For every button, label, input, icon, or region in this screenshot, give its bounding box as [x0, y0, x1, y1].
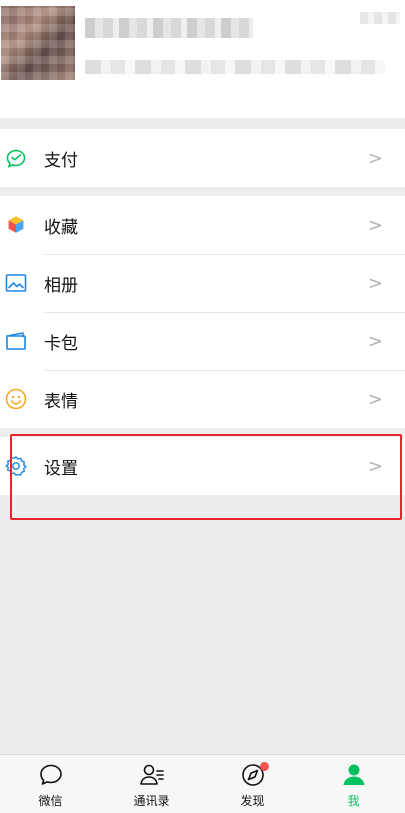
chevron-right-icon: >	[367, 147, 383, 169]
menu-label-pay: 支付	[44, 150, 78, 171]
blurred-nickname	[85, 18, 253, 38]
pay-icon	[4, 146, 28, 170]
tab-chats[interactable]: 微信	[0, 755, 101, 813]
menu-item-favorites[interactable]: 收藏 >	[0, 196, 405, 254]
tab-label: 我	[347, 794, 360, 808]
chevron-right-icon: >	[367, 214, 383, 236]
menu-label-stickers: 表情	[44, 391, 78, 412]
notification-dot	[260, 762, 269, 771]
tab-contacts[interactable]: 通讯录	[101, 755, 202, 813]
blurred-wechat-id	[85, 60, 385, 74]
highlight-box	[10, 434, 402, 520]
blurred-status	[360, 12, 400, 24]
contacts-icon	[138, 761, 166, 789]
chat-bubble-icon	[37, 761, 65, 789]
menu-label-cards: 卡包	[44, 333, 78, 354]
tab-label: 发现	[240, 794, 265, 808]
tab-label: 通讯录	[133, 794, 170, 808]
menu-item-pay[interactable]: 支付 >	[0, 129, 405, 187]
features-section: 收藏 > 相册 > 卡包 > 表情 >	[0, 196, 405, 428]
album-image-icon	[4, 271, 28, 295]
smiley-face-icon	[4, 387, 28, 411]
tab-discover[interactable]: 发现	[202, 755, 303, 813]
menu-item-cards[interactable]: 卡包 >	[0, 312, 405, 370]
chevron-right-icon: >	[367, 330, 383, 352]
card-wallet-icon	[4, 329, 28, 353]
menu-item-stickers[interactable]: 表情 >	[0, 370, 405, 428]
chevron-right-icon: >	[367, 272, 383, 294]
tab-me[interactable]: 我	[303, 755, 404, 813]
menu-item-album[interactable]: 相册 >	[0, 254, 405, 312]
tab-label: 微信	[38, 794, 63, 808]
bottom-tab-bar: 微信 通讯录 发现 我	[0, 754, 405, 813]
chevron-right-icon: >	[367, 388, 383, 410]
profile-header[interactable]	[0, 0, 405, 118]
favorites-cube-icon	[4, 213, 28, 237]
menu-label-favorites: 收藏	[44, 217, 78, 238]
person-icon	[340, 761, 368, 789]
menu-label-album: 相册	[44, 275, 78, 296]
avatar[interactable]	[1, 6, 75, 80]
pay-section: 支付 >	[0, 129, 405, 187]
